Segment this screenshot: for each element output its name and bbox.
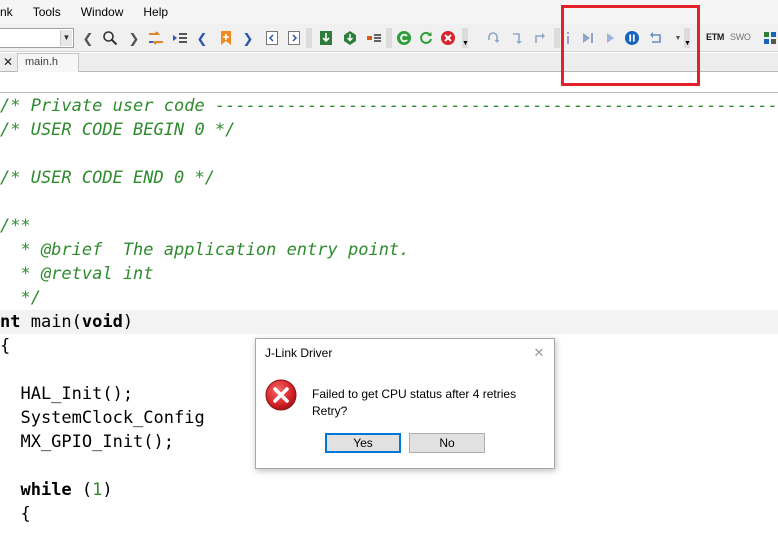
- build-icon[interactable]: [394, 28, 414, 48]
- comment-text: /**: [0, 216, 31, 236]
- target-select-combo[interactable]: ▼: [0, 28, 74, 48]
- menu-item-help[interactable]: Help: [133, 0, 178, 24]
- code-line: MX_GPIO_Init();: [0, 430, 174, 454]
- forward-icon[interactable]: ❯: [124, 28, 144, 48]
- error-message: Failed to get CPU status after 4 retries: [312, 387, 517, 401]
- code-token: 1: [92, 480, 103, 500]
- code-editor[interactable]: /* Private user code -------------------…: [0, 72, 778, 542]
- goto-definition-icon[interactable]: [146, 28, 166, 48]
- code-line: {: [0, 334, 10, 358]
- download-icon[interactable]: [316, 28, 336, 48]
- error-icon: [265, 379, 297, 411]
- jlink-driver-dialog: J-Link Driver ✕ Failed to get CPU status…: [255, 338, 555, 469]
- find-icon[interactable]: [100, 28, 120, 48]
- swo-trace-button[interactable]: SWO: [730, 32, 751, 42]
- dialog-title: J-Link Driver: [265, 346, 333, 360]
- document-next-icon[interactable]: [284, 28, 304, 48]
- indent-icon[interactable]: [170, 28, 190, 48]
- etm-trace-button[interactable]: ETM: [706, 32, 724, 42]
- rebuild-icon[interactable]: [416, 28, 436, 48]
- menu-item-window[interactable]: Window: [71, 0, 134, 24]
- code-token: MX_GPIO_Init();: [0, 432, 174, 452]
- memory-map-icon[interactable]: [364, 28, 384, 48]
- dialog-titlebar: J-Link Driver ✕: [256, 339, 554, 367]
- code-token: nt: [0, 312, 21, 332]
- window-layout-icon[interactable]: [760, 28, 778, 48]
- retry-question: Retry?: [312, 404, 348, 418]
- code-token: (: [71, 480, 93, 500]
- step-over-icon[interactable]: [484, 28, 504, 48]
- code-token: SystemClock_Config: [0, 408, 205, 428]
- highlight-annotation-box: [561, 5, 700, 86]
- step-into-icon[interactable]: [508, 28, 528, 48]
- flash-download-icon[interactable]: [340, 28, 360, 48]
- yes-button[interactable]: Yes: [325, 433, 401, 453]
- code-line: /* USER CODE BEGIN 0 */: [0, 118, 235, 142]
- code-token: while: [20, 480, 72, 500]
- previous-bookmark-icon[interactable]: ❮: [192, 28, 212, 48]
- comment-text: * @brief The application entry point.: [0, 240, 410, 260]
- toolbar-separator: [386, 28, 392, 48]
- no-button[interactable]: No: [409, 433, 485, 453]
- comment-text: */: [0, 288, 41, 308]
- next-bookmark-icon[interactable]: ❯: [238, 28, 258, 48]
- editor-top-border: [0, 92, 778, 93]
- code-line: nt main(void): [0, 310, 133, 334]
- step-out-icon[interactable]: [530, 28, 550, 48]
- close-icon[interactable]: ✕: [530, 344, 548, 362]
- code-token: void: [81, 312, 123, 332]
- code-token: {: [0, 504, 31, 524]
- code-line: /* USER CODE END 0 */: [0, 166, 215, 190]
- tab-label: main.h: [25, 56, 59, 68]
- menu-item-tools[interactable]: Tools: [23, 0, 71, 24]
- code-line: SystemClock_Config: [0, 406, 205, 430]
- toolbar-separator: [306, 28, 312, 48]
- tab-main-h[interactable]: main.h: [17, 53, 79, 72]
- close-tab-icon[interactable]: ✕: [0, 53, 16, 71]
- chevron-down-icon[interactable]: ▼: [60, 30, 72, 46]
- code-line: HAL_Init();: [0, 382, 133, 406]
- stop-build-icon[interactable]: [438, 28, 458, 48]
- code-line: while (1): [0, 478, 113, 502]
- code-line: */: [0, 286, 41, 310]
- toolbar-overflow-icon[interactable]: ▼: [462, 28, 469, 48]
- code-token: ): [102, 480, 113, 500]
- code-line: /* Private user code -------------------…: [0, 94, 778, 118]
- comment-text: /* USER CODE END 0 */: [0, 168, 215, 188]
- menu-item-link[interactable]: nk: [0, 0, 23, 24]
- comment-text: /* Private user code -------------------…: [0, 96, 778, 116]
- code-line: /**: [0, 214, 31, 238]
- code-token: main(: [20, 312, 82, 332]
- code-line: * @retval int: [0, 262, 154, 286]
- code-line: {: [0, 502, 31, 526]
- code-token: {: [0, 336, 11, 356]
- back-icon[interactable]: ❮: [78, 28, 98, 48]
- insert-bookmark-icon[interactable]: [216, 28, 236, 48]
- document-prev-icon[interactable]: [262, 28, 282, 48]
- code-token: ): [122, 312, 134, 332]
- dialog-body: Failed to get CPU status after 4 retries…: [256, 367, 554, 468]
- comment-text: * @retval int: [0, 264, 154, 284]
- comment-text: /* USER CODE BEGIN 0 */: [0, 120, 236, 140]
- code-token: HAL_Init();: [0, 384, 134, 404]
- code-line: * @brief The application entry point.: [0, 238, 409, 262]
